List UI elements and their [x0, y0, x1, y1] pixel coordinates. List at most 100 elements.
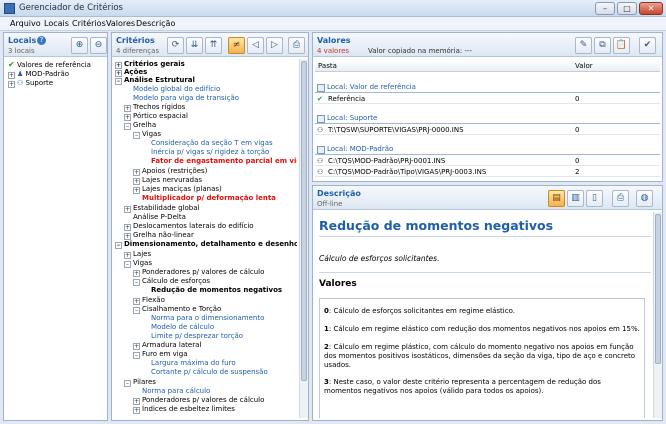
tree-node[interactable]: + Armadura lateral	[133, 341, 201, 350]
value-description-2: 2: Cálculo em regime plástico, com cálcu…	[324, 343, 636, 369]
copy-value-button[interactable]: ⧉	[594, 37, 611, 54]
paste-value-button[interactable]: 📋	[613, 37, 630, 54]
menu-descricao[interactable]: Descrição	[136, 19, 175, 28]
local-item-suporte[interactable]: + ⚇ Suporte	[8, 79, 53, 88]
close-button[interactable]: ✕	[639, 2, 663, 15]
group-suporte[interactable]: Local: Suporte	[315, 113, 660, 124]
tree-node[interactable]: – Cisalhamento e Torção	[133, 305, 221, 314]
tree-node[interactable]: + Estabilidade global	[124, 204, 199, 213]
menu-locais[interactable]: Locais	[44, 19, 69, 28]
tree-node-difference[interactable]: Multiplicador p/ deformação lenta	[142, 194, 276, 202]
menu-criterios[interactable]: Critérios	[72, 19, 106, 28]
tree-node[interactable]: – Vigas	[133, 130, 161, 139]
tree-node[interactable]: – Análise Estrutural	[115, 76, 195, 85]
tree-node[interactable]: Limite p/ desprezar torção	[151, 332, 243, 340]
tree-node-selected[interactable]: Redução de momentos negativos	[151, 286, 282, 294]
description-content: Redução de momentos negativos Cálculo de…	[315, 212, 651, 418]
expand-icon[interactable]: +	[8, 81, 15, 88]
column-valor[interactable]: Valor	[575, 62, 593, 70]
tree-node[interactable]: + Pórtico espacial	[124, 112, 188, 121]
tree-node[interactable]: + Apoios (restrições)	[133, 167, 207, 176]
local-item-mod-padrao[interactable]: + ♟ MOD-Padrão	[8, 70, 69, 79]
table-row[interactable]: ⚇ C:\TQS\MOD-Padrão\Tipo\VIGAS\PRJ-0003.…	[315, 167, 660, 177]
print-description-button[interactable]: ⎙	[612, 190, 629, 207]
description-scrollbar[interactable]	[653, 212, 662, 418]
tree-node[interactable]: – Cálculo de esforços	[133, 277, 210, 286]
network-icon: ⚇	[317, 168, 324, 176]
menu-arquivo[interactable]: Arquivo	[10, 19, 41, 28]
local-item-referencia[interactable]: ✔ Valores de referência	[8, 60, 91, 69]
tree-node[interactable]: – Pilares	[124, 378, 156, 387]
show-differences-button[interactable]: ≠	[228, 37, 245, 54]
table-row[interactable]: ⚇ T:\TQSW\SUPORTE\VIGAS\PRJ-0000.INS 0	[315, 125, 660, 135]
divider	[319, 272, 651, 273]
value-description-1: 1: Cálculo em regime elástico com reduçã…	[324, 325, 640, 333]
title-bar: Gerenciador de Critérios – □ ✕	[0, 0, 666, 17]
tree-node[interactable]: Largura máxima do furo	[151, 359, 236, 367]
tree-node[interactable]: + Grelha não-linear	[124, 231, 194, 240]
valores-count: 4 valores	[317, 47, 350, 55]
tree-node[interactable]: + Deslocamentos laterais do edifício	[124, 222, 254, 231]
valores-panel: Valores 4 valores Valor copiado na memór…	[312, 32, 663, 182]
tree-node[interactable]: + Índices de esbeltez limites	[133, 405, 235, 414]
tree-node[interactable]: + Flexão	[133, 296, 165, 305]
tree-node[interactable]: + Lajes nervuradas	[133, 176, 202, 185]
expand-icon[interactable]: +	[8, 72, 15, 79]
tree-node-difference[interactable]: Fator de engastamento parcial em vigas	[151, 157, 297, 165]
tree-node[interactable]: Modelo global do edifício	[133, 85, 220, 93]
network-icon: ⚇	[17, 79, 24, 87]
description-heading: Redução de momentos negativos	[319, 218, 554, 233]
tree-node[interactable]: Norma para cálculo	[142, 387, 210, 395]
menu-valores[interactable]: Valores	[106, 19, 135, 28]
next-difference-button[interactable]: ▷	[266, 37, 283, 54]
tree-node[interactable]: + Trechos rígidos	[124, 103, 185, 112]
group-mod-padrao[interactable]: Local: MOD-Padrão	[315, 144, 660, 155]
tree-node[interactable]: + Lajes	[124, 250, 151, 259]
minimize-button[interactable]: –	[595, 2, 615, 15]
add-local-button[interactable]: ⊕	[71, 37, 88, 54]
values-description-box: 0: Cálculo de esforços solicitantes em r…	[319, 298, 645, 418]
tree-node[interactable]: – Dimensionamento, detalhamento e desenho	[115, 240, 297, 249]
maximize-button[interactable]: □	[617, 2, 637, 15]
person-icon: ♟	[17, 70, 24, 78]
window-title: Gerenciador de Critérios	[19, 3, 123, 13]
scroll-thumb[interactable]	[655, 214, 661, 364]
print-button[interactable]: ⎙	[288, 37, 305, 54]
remove-local-button[interactable]: ⊖	[90, 37, 107, 54]
tree-node[interactable]: Norma para o dimensionamento	[151, 314, 264, 322]
previous-difference-button[interactable]: ◁	[247, 37, 264, 54]
criterios-panel: Critérios 4 diferenças ⟳ ⇊ ⇈ ≠ ◁ ▷ ⎙ + Cr…	[111, 32, 309, 421]
table-row[interactable]: ⚇ C:\TQS\MOD-Padrão\PRJ-0001.INS 0	[315, 156, 660, 166]
table-row[interactable]: ✔ Referência 0	[315, 94, 660, 104]
view-layout-2-button[interactable]: ▥	[567, 190, 584, 207]
group-referencia[interactable]: Local: Valor de referência	[315, 82, 660, 93]
tree-node[interactable]: Modelo de cálculo	[151, 323, 214, 331]
value-description-3: 3: Neste caso, o valor deste critério re…	[324, 378, 601, 395]
help-icon[interactable]: ?	[37, 36, 46, 45]
view-layout-3-button[interactable]: ▯	[586, 190, 603, 207]
scroll-thumb[interactable]	[301, 61, 307, 381]
tree-node[interactable]: Análise P-Delta	[133, 213, 186, 221]
memory-label: Valor copiado na memória: ---	[368, 47, 473, 55]
expand-all-button[interactable]: ⇊	[186, 37, 203, 54]
tree-node[interactable]: – Furo em viga	[133, 350, 187, 359]
tree-node[interactable]: + Lajes maciças (planas)	[133, 185, 222, 194]
divider	[319, 236, 651, 237]
tree-node[interactable]: – Grelha	[124, 121, 156, 130]
descricao-header: Descrição Off-line ▤ ▥ ▯ ⎙ ◍	[313, 186, 662, 210]
refresh-button[interactable]: ⟳	[167, 37, 184, 54]
tree-node[interactable]: + Ponderadores p/ valores de cálculo	[133, 268, 264, 277]
tree-node[interactable]: Modelo para viga de transição	[133, 94, 239, 102]
apply-button[interactable]: ✔	[639, 37, 656, 54]
tree-node[interactable]: Cortante p/ cálculo de suspensão	[151, 368, 268, 376]
tree-node[interactable]: Inércia p/ vigas s/ rigidez à torção	[151, 148, 269, 156]
column-pasta[interactable]: Pasta	[318, 62, 337, 70]
edit-value-button[interactable]: ✎	[575, 37, 592, 54]
criterios-scrollbar[interactable]	[299, 59, 308, 418]
tree-node[interactable]: – Vigas	[124, 259, 152, 268]
view-layout-1-button[interactable]: ▤	[548, 190, 565, 207]
tree-node[interactable]: Consideração da seção T em vigas	[151, 139, 273, 147]
collapse-all-button[interactable]: ⇈	[205, 37, 222, 54]
tree-node[interactable]: + Ponderadores p/ valores de cálculo	[133, 396, 264, 405]
globe-icon[interactable]: ◍	[636, 190, 653, 207]
